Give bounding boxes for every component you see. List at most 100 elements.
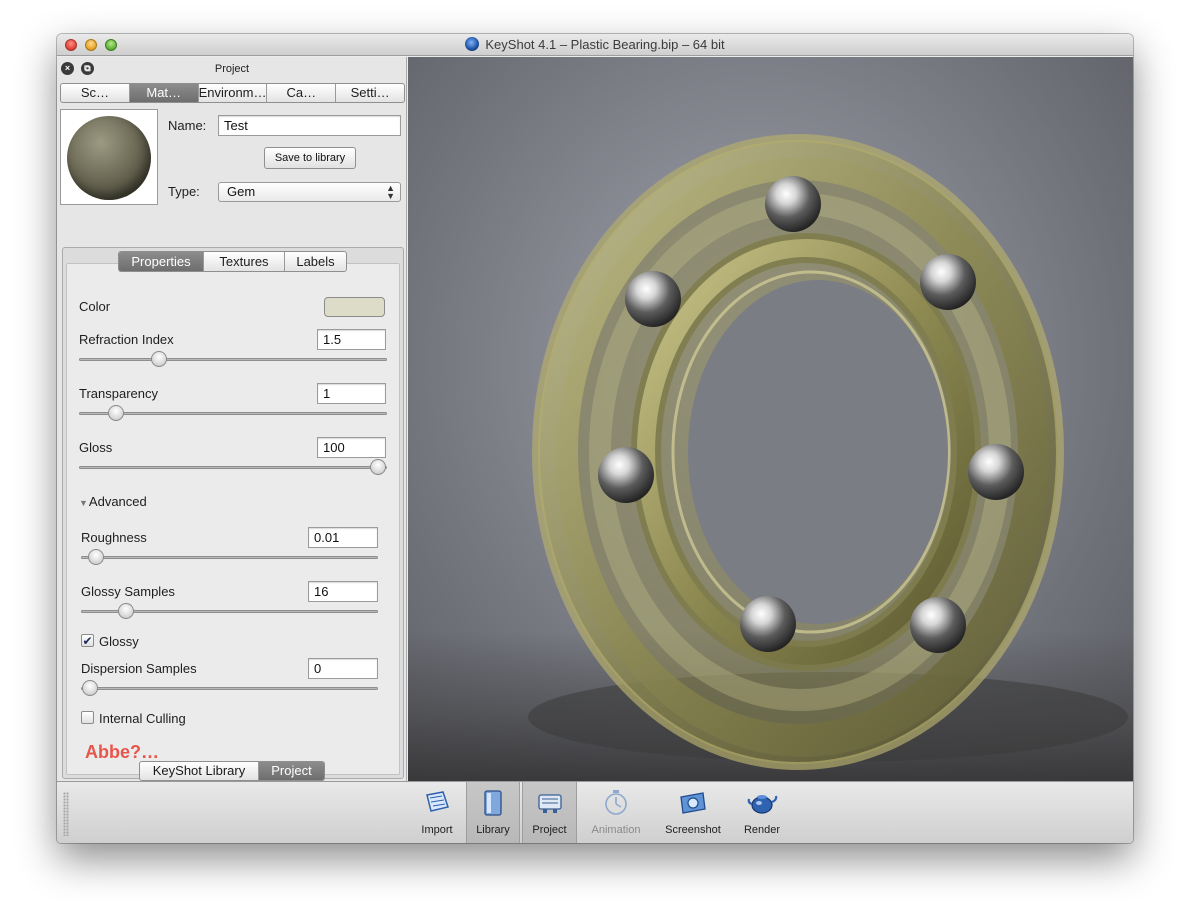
- tab-camera[interactable]: Ca…: [267, 84, 337, 102]
- slider-knob[interactable]: [81, 680, 98, 696]
- tab-properties[interactable]: Properties: [119, 252, 204, 271]
- app-window: KeyShot 4.1 – Plastic Bearing.bip – 64 b…: [57, 34, 1133, 843]
- advanced-label: Advanced: [88, 494, 147, 509]
- glossy-samples-input[interactable]: 16: [308, 581, 378, 602]
- slider-knob[interactable]: [87, 549, 104, 565]
- roughness-slider[interactable]: [81, 549, 378, 565]
- material-type-value: Gem: [227, 184, 256, 199]
- glossy-label: Glossy: [99, 634, 139, 649]
- screenshot-icon: [680, 792, 706, 814]
- toolbar-import-label: Import: [421, 824, 453, 836]
- internal-culling-checkbox[interactable]: [81, 711, 94, 724]
- material-preview-sphere: [67, 116, 151, 200]
- select-arrows-icon: ▲ ▼: [386, 183, 395, 201]
- properties-content: Color Refraction Index 1.5 Transparency …: [66, 263, 400, 775]
- toolbar-screenshot-label: Screenshot: [665, 824, 721, 836]
- toolbar-library-button[interactable]: Library: [466, 782, 520, 843]
- dispersion-samples-slider[interactable]: [81, 680, 378, 696]
- bearing-ball: [740, 596, 796, 652]
- window-title-wrap: KeyShot 4.1 – Plastic Bearing.bip – 64 b…: [57, 37, 1133, 52]
- library-project-switch: KeyShot Library Project: [139, 761, 325, 781]
- slider-track: [81, 687, 378, 690]
- properties-box: Properties Textures Labels Color Refract…: [62, 247, 404, 779]
- bearing-ball: [920, 254, 976, 310]
- toolbar-import-button[interactable]: Import: [409, 782, 465, 843]
- tab-scene[interactable]: Sc…: [61, 84, 130, 102]
- slider-track: [81, 556, 378, 559]
- gloss-slider[interactable]: [79, 459, 387, 475]
- tab-environment[interactable]: Environm…: [199, 84, 268, 102]
- material-subtabs: Properties Textures Labels: [118, 251, 347, 272]
- import-icon: [426, 791, 449, 812]
- gloss-input[interactable]: 100: [317, 437, 386, 458]
- material-preview: [60, 109, 158, 205]
- slider-track: [79, 412, 387, 415]
- tab-settings[interactable]: Setti…: [336, 84, 404, 102]
- project-icon: [537, 794, 562, 813]
- animation-icon: [605, 790, 627, 815]
- slider-knob[interactable]: [369, 459, 386, 475]
- gloss-label: Gloss: [79, 440, 113, 455]
- glossy-checkbox[interactable]: ✔: [81, 634, 94, 647]
- slider-knob[interactable]: [151, 351, 168, 367]
- bearing-ball: [625, 271, 681, 327]
- project-panel: × ⧉ Project Sc… Mat… Environm… Ca… Setti…: [57, 57, 407, 781]
- project-tabs: Sc… Mat… Environm… Ca… Setti…: [60, 83, 405, 103]
- refraction-index-slider[interactable]: [79, 351, 387, 367]
- transparency-input[interactable]: 1: [317, 383, 386, 404]
- abbe-annotation: Abbe?…: [85, 742, 159, 762]
- material-name-input[interactable]: Test: [218, 115, 401, 136]
- toolbar-render-button[interactable]: Render: [732, 782, 792, 843]
- bottom-toolbar: Import Library Project Animation Screens…: [57, 781, 1133, 843]
- roughness-label: Roughness: [81, 530, 147, 545]
- window-title: KeyShot 4.1 – Plastic Bearing.bip – 64 b…: [485, 37, 725, 52]
- toolbar-library-label: Library: [476, 824, 510, 836]
- panel-title: Project: [214, 63, 250, 75]
- dispersion-samples-input[interactable]: 0: [308, 658, 378, 679]
- refraction-index-label: Refraction Index: [79, 332, 174, 347]
- bearing-ball: [968, 444, 1024, 500]
- internal-culling-label: Internal Culling: [99, 711, 186, 726]
- glossy-samples-slider[interactable]: [81, 603, 378, 619]
- name-label: Name:: [168, 118, 207, 133]
- glossy-samples-label: Glossy Samples: [81, 584, 175, 599]
- bearing-ball: [910, 597, 966, 653]
- bore-hole: [688, 280, 948, 624]
- tab-material[interactable]: Mat…: [129, 84, 199, 102]
- advanced-disclosure[interactable]: ▼Advanced: [79, 494, 147, 509]
- toolbar-screenshot-button[interactable]: Screenshot: [657, 782, 729, 843]
- toolbar-animation-button[interactable]: Animation: [584, 782, 648, 843]
- slider-track: [79, 466, 387, 469]
- render-icon: [747, 795, 778, 814]
- panel-header: × ⧉ Project: [57, 57, 407, 81]
- tab-project[interactable]: Project: [259, 762, 324, 780]
- toolbar-project-label: Project: [532, 824, 567, 836]
- color-swatch[interactable]: [324, 297, 385, 317]
- bearing-render: [528, 134, 1128, 770]
- keyshot-app-icon: [465, 37, 480, 51]
- title-bar: KeyShot 4.1 – Plastic Bearing.bip – 64 b…: [57, 34, 1133, 56]
- render-viewport[interactable]: [408, 57, 1133, 781]
- disclosure-triangle-icon: ▼: [79, 498, 88, 508]
- bearing-ball: [598, 447, 654, 503]
- tab-labels[interactable]: Labels: [285, 252, 346, 271]
- slider-knob[interactable]: [107, 405, 124, 421]
- toolbar-render-label: Render: [743, 824, 781, 836]
- toolbar-project-button[interactable]: Project: [522, 782, 577, 843]
- toolbar-animation-label: Animation: [591, 824, 641, 836]
- roughness-input[interactable]: 0.01: [308, 527, 378, 548]
- tab-keyshot-library[interactable]: KeyShot Library: [140, 762, 259, 780]
- slider-knob[interactable]: [117, 603, 134, 619]
- transparency-slider[interactable]: [79, 405, 387, 421]
- refraction-index-input[interactable]: 1.5: [317, 329, 386, 350]
- save-to-library-button[interactable]: Save to library: [264, 147, 356, 169]
- library-icon: [484, 790, 502, 816]
- type-label: Type:: [168, 184, 200, 199]
- bearing-ball: [765, 176, 821, 232]
- slider-track: [79, 358, 387, 361]
- tab-textures[interactable]: Textures: [204, 252, 285, 271]
- toolbar-grip-handle[interactable]: [63, 792, 69, 836]
- transparency-label: Transparency: [79, 386, 158, 401]
- color-label: Color: [79, 299, 111, 314]
- material-type-select[interactable]: Gem ▲ ▼: [218, 182, 401, 202]
